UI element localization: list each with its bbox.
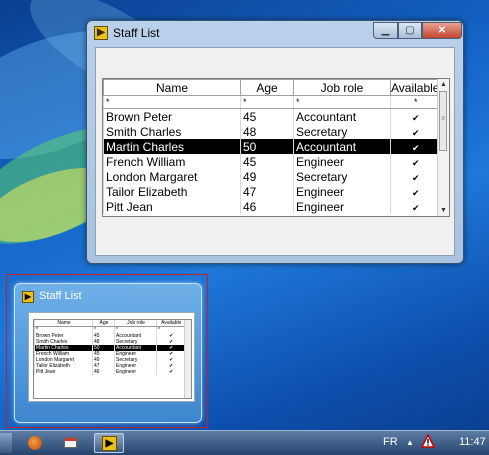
window-client-area: Name Age Job role Available * * * * Brow… (95, 47, 455, 256)
cell-available[interactable]: ✔ (390, 199, 439, 214)
clock[interactable]: 11:47 (459, 436, 486, 448)
table-row[interactable]: Tailor Elizabeth 47 Engineer ✔ (103, 184, 439, 199)
cell-job-role[interactable]: Secretary (293, 124, 391, 139)
cell-age[interactable]: 49 (240, 169, 294, 184)
checkbox-icon[interactable]: ✔ (411, 143, 420, 153)
cell-name[interactable]: Brown Peter (103, 108, 241, 124)
window-title: Staff List (113, 26, 160, 40)
column-header-age[interactable]: Age (240, 79, 294, 96)
table-row[interactable]: Pitt Jean 46 Engineer ✔ (103, 199, 439, 214)
cell-name[interactable]: Smith Charles (103, 124, 241, 139)
filter-cell-name[interactable]: * (103, 95, 241, 109)
cell-job-role[interactable]: Engineer (293, 184, 391, 199)
language-indicator[interactable]: FR (383, 436, 398, 448)
people-icon (28, 436, 42, 450)
scroll-thumb[interactable]: ≡ (439, 91, 447, 151)
scroll-up-arrow-icon[interactable]: ▲ (438, 79, 449, 90)
cell-name[interactable]: London Margaret (103, 169, 241, 184)
action-center-warning-icon[interactable] (421, 434, 435, 448)
cell-job-role[interactable]: Accountant (293, 108, 391, 124)
filter-cell-available[interactable]: * (390, 95, 439, 109)
cell-available[interactable]: ✔ (390, 169, 439, 184)
table-row[interactable]: Brown Peter 45 Accountant ✔ (103, 108, 439, 124)
cell-job-role[interactable]: Secretary (293, 169, 391, 184)
cell-age[interactable]: 47 (240, 184, 294, 199)
taskbar-thumbnail-preview[interactable]: ▶ Staff List Name Age Job role Available… (6, 274, 208, 428)
thumbnail-grid: Name Age Job role Available * * * * Brown Pe… (33, 319, 192, 399)
staff-list-app-icon: ▶ (102, 436, 117, 451)
table-row[interactable]: London Margaret 49 Secretary ✔ (103, 169, 439, 184)
table-row[interactable]: Smith Charles 48 Secretary ✔ (103, 124, 439, 139)
cell-available[interactable]: ✔ (390, 124, 439, 139)
close-button[interactable]: ✕ (422, 22, 462, 39)
cell-name[interactable]: French William (103, 154, 241, 169)
cell-available[interactable]: ✔ (390, 139, 439, 154)
app-icon: ▶ (94, 26, 108, 40)
thumbnail-scrollbar (184, 320, 191, 398)
taskbar-app-window[interactable] (58, 433, 82, 453)
minimize-button[interactable]: ▁ (373, 22, 398, 39)
staff-grid[interactable]: Name Age Job role Available * * * * Brow… (102, 78, 450, 217)
show-hidden-icons-icon[interactable]: ▲ (406, 438, 414, 447)
thumbnail-cell-name: Pitt Jean (34, 369, 93, 375)
taskbar: ▶ FR ▲ 11:47 (0, 430, 489, 455)
cell-available[interactable]: ✔ (390, 184, 439, 199)
filter-row: * * * * (103, 95, 439, 109)
title-bar[interactable]: ▶ Staff List ▁ ▢ ✕ (87, 21, 463, 47)
cell-age[interactable]: 46 (240, 199, 294, 214)
taskbar-app-staff-list[interactable]: ▶ (94, 433, 124, 453)
thumbnail-header-available: Available (156, 320, 185, 327)
cell-name[interactable]: Martin Charles (103, 139, 241, 154)
column-header-name[interactable]: Name (103, 79, 241, 96)
thumbnail-frame[interactable]: ▶ Staff List Name Age Job role Available… (14, 283, 202, 423)
cell-job-role[interactable]: Engineer (293, 154, 391, 169)
thumbnail-row: Pitt Jean 46 Engineer ✔ (34, 369, 185, 375)
window-icon (64, 437, 77, 448)
desktop: ▶ Staff List ▁ ▢ ✕ Name Age Job role Ava… (0, 0, 489, 430)
cell-available[interactable]: ✔ (390, 108, 439, 124)
cell-age[interactable]: 48 (240, 124, 294, 139)
start-button[interactable] (0, 433, 12, 453)
filter-cell-age[interactable]: * (240, 95, 294, 109)
staff-list-window[interactable]: ▶ Staff List ▁ ▢ ✕ Name Age Job role Ava… (86, 20, 464, 264)
thumbnail-title: Staff List (39, 290, 82, 302)
thumbnail-app-icon: ▶ (22, 291, 34, 303)
cell-name[interactable]: Pitt Jean (103, 199, 241, 214)
checkbox-icon[interactable]: ✔ (411, 128, 420, 138)
cell-job-role[interactable]: Accountant (293, 139, 391, 154)
taskbar-app-people[interactable] (22, 433, 46, 453)
thumbnail-table: Name Age Job role Available * * * * Brown Pe… (34, 320, 185, 375)
table-row[interactable]: Martin Charles 50 Accountant ✔ (103, 139, 439, 154)
staff-table: Name Age Job role Available * * * * Brow… (103, 79, 439, 214)
vertical-scrollbar[interactable]: ▲ ≡ ▼ (437, 79, 449, 216)
scroll-down-arrow-icon[interactable]: ▼ (438, 205, 449, 216)
checkbox-icon[interactable]: ✔ (411, 173, 420, 183)
thumbnail-cell-age: 46 (92, 369, 115, 375)
column-header-job-role[interactable]: Job role (293, 79, 391, 96)
cell-age[interactable]: 50 (240, 139, 294, 154)
checkbox-icon[interactable]: ✔ (411, 188, 420, 198)
cell-age[interactable]: 45 (240, 154, 294, 169)
thumbnail-cell-role: Engineer (114, 369, 157, 375)
cell-age[interactable]: 45 (240, 108, 294, 124)
thumbnail-window: Name Age Job role Available * * * * Brown Pe… (28, 312, 195, 402)
cell-job-role[interactable]: Engineer (293, 199, 391, 214)
cell-available[interactable]: ✔ (390, 154, 439, 169)
checkbox-icon[interactable]: ✔ (411, 113, 420, 123)
table-row[interactable]: French William 45 Engineer ✔ (103, 154, 439, 169)
thumbnail-cell-available: ✔ (156, 369, 185, 375)
maximize-button[interactable]: ▢ (398, 22, 422, 39)
filter-cell-role[interactable]: * (293, 95, 391, 109)
checkbox-icon[interactable]: ✔ (411, 158, 420, 168)
cell-name[interactable]: Tailor Elizabeth (103, 184, 241, 199)
column-header-available[interactable]: Available (390, 79, 439, 96)
checkbox-icon[interactable]: ✔ (411, 203, 420, 213)
